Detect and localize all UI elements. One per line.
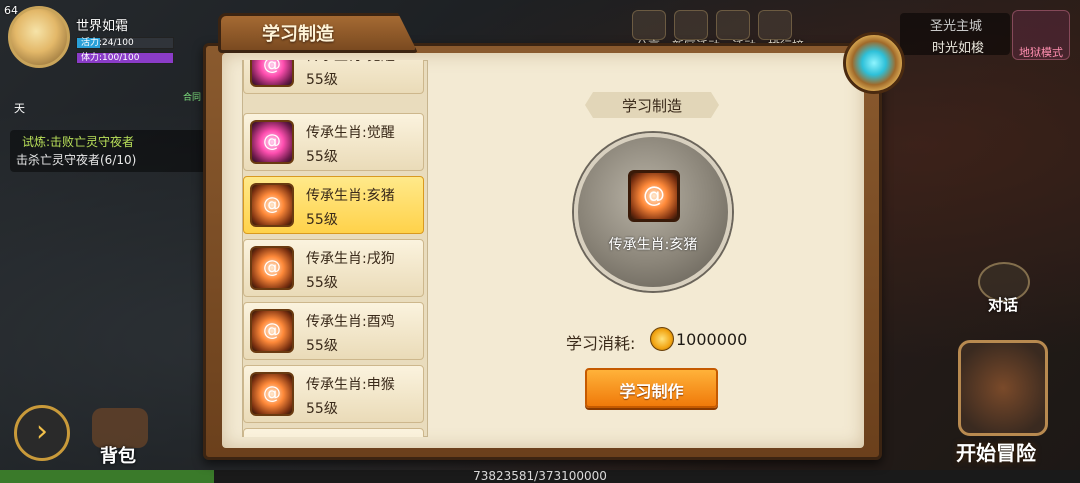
stamina-bar: 体力:100/100 bbox=[76, 52, 174, 64]
expand-arrow-icon[interactable]: › bbox=[14, 405, 70, 461]
quest-progress: 击杀亡灵守夜者(6/10) bbox=[16, 153, 137, 167]
recipe-level: 55级 bbox=[306, 401, 338, 417]
zodiac-pig-icon: @ bbox=[643, 183, 665, 208]
zodiac-symbol-icon: @ bbox=[263, 383, 281, 404]
leaderboard-icon[interactable] bbox=[758, 10, 792, 40]
start-adventure-button[interactable] bbox=[958, 340, 1048, 436]
zodiac-symbol-icon: @ bbox=[263, 131, 281, 152]
recipe-name: 传承生肖:觉醒 bbox=[306, 125, 395, 141]
zodiac-icon: @ bbox=[250, 183, 294, 227]
selected-item-icon: @ bbox=[628, 170, 680, 222]
gem-ornament-icon bbox=[843, 32, 905, 94]
zodiac-icon: @ bbox=[250, 309, 294, 353]
recipe-name: 传承生肖:酉鸡 bbox=[306, 314, 395, 330]
zodiac-icon: @ bbox=[250, 372, 294, 416]
zodiac-icon: @ bbox=[250, 246, 294, 290]
player-level: 64 bbox=[4, 4, 18, 17]
location-sub: 时光如梭 bbox=[932, 41, 985, 56]
recipe-list-item[interactable]: @ 传承生肖:亥猪 55级 bbox=[243, 176, 424, 234]
location-main: 圣光主城 bbox=[930, 19, 983, 34]
cost-label: 学习消耗: bbox=[566, 334, 636, 353]
exp-text: 73823581/373100000 bbox=[473, 469, 607, 483]
player-name: 世界如霜 bbox=[76, 19, 129, 34]
learn-craft-button-label[interactable]: 学习制作 bbox=[585, 378, 718, 402]
zodiac-symbol-icon: @ bbox=[263, 257, 281, 278]
game-scene: 64 世界如霜 活力:24/100 体力:100/100 天 合同 试炼:击败亡… bbox=[0, 0, 1080, 483]
hud-small-label: 合同 bbox=[183, 93, 202, 103]
recipe-list-item[interactable]: @ 传承生肖:戌狗 55级 bbox=[243, 239, 424, 297]
bag-label[interactable]: 背包 bbox=[100, 442, 136, 468]
energy-bar: 活力:24/100 bbox=[76, 37, 174, 49]
zodiac-symbol-icon: @ bbox=[263, 320, 281, 341]
detail-subtitle: 学习制造 bbox=[621, 97, 682, 115]
gold-coin-icon bbox=[650, 327, 674, 351]
recipe-name: 传承生肖:申猴 bbox=[306, 377, 395, 393]
zodiac-icon: @ bbox=[250, 120, 294, 164]
event-icon[interactable] bbox=[716, 10, 750, 40]
recipe-level: 55级 bbox=[306, 149, 338, 165]
recipe-list-item[interactable]: @ 传承生肖:申猴 55级 bbox=[243, 365, 424, 423]
recipe-name: 传承生肖:戌狗 bbox=[306, 251, 395, 267]
recipe-level: 55级 bbox=[306, 338, 338, 354]
recipe-level: 55级 bbox=[306, 212, 338, 228]
recipe-name: 传承生肖:亥猪 bbox=[306, 188, 395, 204]
day-indicator: 天 bbox=[14, 102, 25, 115]
recipe-level: 55级 bbox=[306, 72, 338, 88]
recipe-level: 55级 bbox=[306, 275, 338, 291]
top-menu-icons bbox=[632, 10, 792, 40]
new-server-event-icon[interactable] bbox=[674, 10, 708, 40]
selected-item-name: 传承生肖:亥猪 bbox=[608, 237, 698, 253]
quest-title: 试炼:击败亡灵守夜者 bbox=[22, 135, 135, 149]
start-adventure-label[interactable]: 开始冒险 bbox=[956, 437, 1036, 466]
zodiac-symbol-icon: @ bbox=[263, 194, 281, 215]
recipe-list-item[interactable]: @ 传承生肖:酉鸡 55级 bbox=[243, 302, 424, 360]
cost-value: 1000000 bbox=[676, 330, 748, 349]
hell-mode-label: 地狱模式 bbox=[1019, 46, 1063, 59]
talk-label[interactable]: 对话 bbox=[988, 294, 1018, 315]
recipe-list-item[interactable]: @ 传承生肖:觉醒 55级 bbox=[243, 113, 424, 171]
dialog-title: 学习制造 bbox=[262, 24, 334, 45]
share-icon[interactable] bbox=[632, 10, 666, 40]
